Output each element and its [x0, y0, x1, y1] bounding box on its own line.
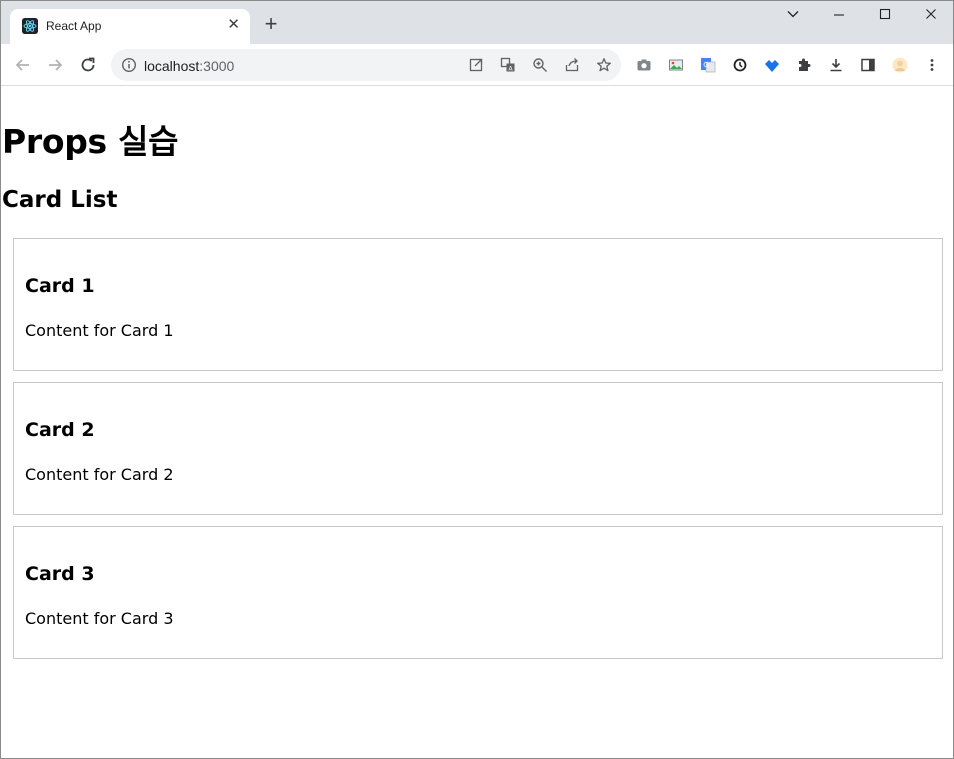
- arrow-right-icon: [49, 59, 63, 71]
- camera-icon[interactable]: [636, 57, 652, 73]
- card-title: Card 3: [25, 563, 95, 585]
- card-title: Card 2: [25, 419, 95, 441]
- close-window-button[interactable]: [919, 7, 943, 27]
- share-icon[interactable]: [564, 57, 580, 73]
- tab-strip: React App ✕ +: [1, 1, 953, 44]
- translate-icon[interactable]: A: [500, 57, 516, 73]
- menu-icon[interactable]: [924, 57, 940, 73]
- info-icon[interactable]: [121, 57, 137, 73]
- page-title: Props 실습: [2, 122, 179, 161]
- download-icon[interactable]: [828, 57, 844, 73]
- card-1: Card 1 Content for Card 1: [13, 238, 943, 371]
- back-button[interactable]: [13, 55, 33, 75]
- open-in-app-icon[interactable]: [468, 57, 484, 73]
- sidepanel-icon[interactable]: [860, 57, 876, 73]
- close-icon: [926, 9, 936, 19]
- url-host: localhost: [144, 58, 200, 74]
- section-title: Card List: [2, 187, 118, 213]
- forward-button[interactable]: [45, 55, 65, 75]
- puzzle-icon[interactable]: [796, 57, 812, 73]
- reload-button[interactable]: [78, 55, 98, 75]
- card-content: Content for Card 1: [25, 321, 174, 340]
- maximize-button[interactable]: [873, 7, 897, 27]
- svg-text:G: G: [703, 61, 708, 69]
- profile-icon[interactable]: [892, 57, 908, 73]
- tab-search-button[interactable]: [781, 7, 805, 27]
- google-translate-icon[interactable]: G: [700, 57, 716, 73]
- new-tab-button[interactable]: +: [261, 13, 281, 35]
- minimize-icon: [834, 14, 844, 16]
- sync-icon[interactable]: [732, 57, 748, 73]
- card-2: Card 2 Content for Card 2: [13, 382, 943, 515]
- tab-title: React App: [46, 19, 102, 33]
- card-content: Content for Card 3: [25, 609, 174, 628]
- card-3: Card 3 Content for Card 3: [13, 526, 943, 659]
- tab-react-app[interactable]: React App ✕: [10, 9, 250, 44]
- url-port: :3000: [199, 58, 235, 74]
- star-icon[interactable]: [596, 57, 612, 73]
- react-favicon-icon: [22, 18, 38, 34]
- page-content: Props 실습 Card List Card 1 Content for Ca…: [2, 87, 953, 758]
- download-arrow-icon[interactable]: [764, 57, 780, 73]
- browser-window: React App ✕ + localhost:3000 A G Props 실…: [0, 0, 954, 759]
- url-text[interactable]: localhost:3000: [144, 58, 234, 74]
- reload-icon: [81, 57, 95, 72]
- maximize-icon: [879, 8, 891, 20]
- address-bar[interactable]: localhost:3000 A: [111, 49, 621, 81]
- card-content: Content for Card 2: [25, 465, 174, 484]
- image-icon[interactable]: [668, 57, 684, 73]
- arrow-left-icon: [15, 59, 29, 71]
- chevron-down-icon: [787, 11, 799, 18]
- zoom-icon[interactable]: [532, 57, 548, 73]
- tab-close-icon[interactable]: ✕: [227, 17, 240, 33]
- card-title: Card 1: [25, 275, 95, 297]
- minimize-button[interactable]: [827, 7, 851, 27]
